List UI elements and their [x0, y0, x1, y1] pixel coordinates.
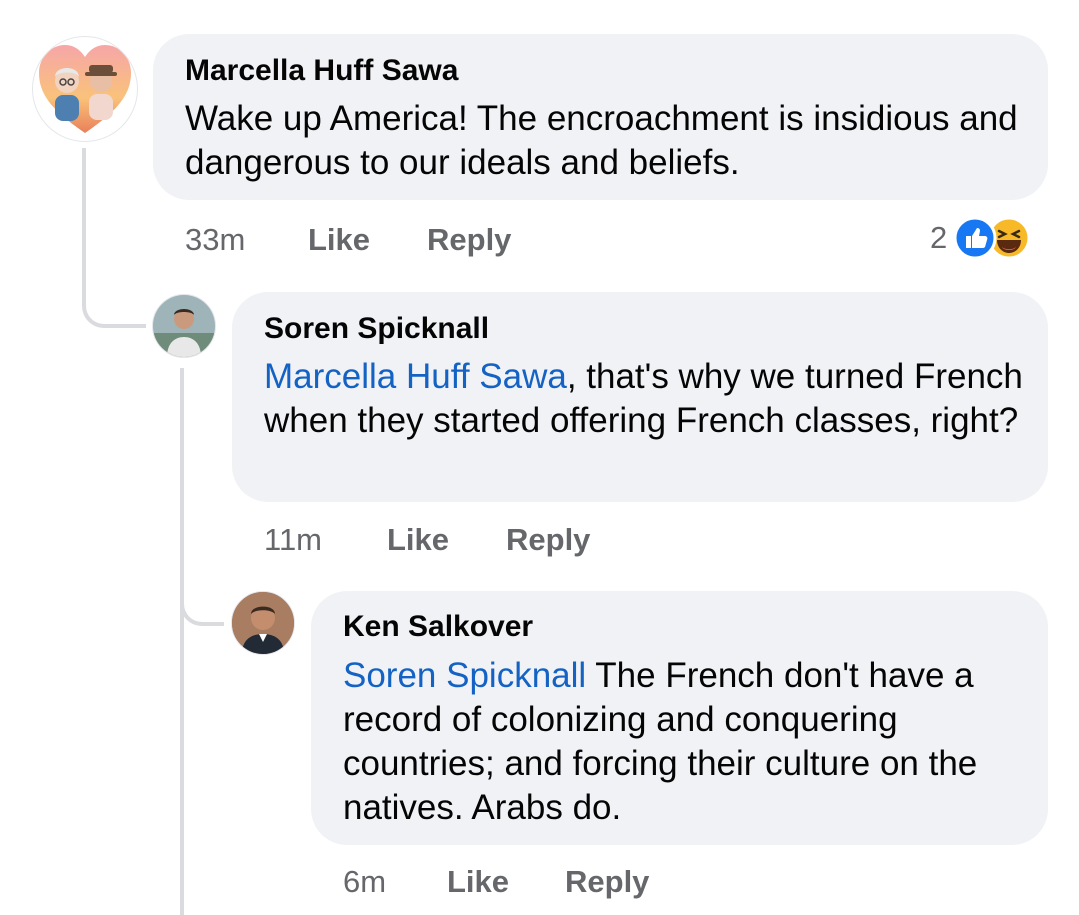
- like-button[interactable]: Like: [308, 222, 370, 258]
- avatar[interactable]: [231, 591, 295, 655]
- avatar[interactable]: [32, 36, 138, 142]
- reaction-summary[interactable]: 2: [930, 216, 1031, 260]
- avatar-image-icon: [39, 45, 131, 133]
- comment-timestamp[interactable]: 6m: [343, 864, 386, 900]
- comment-timestamp[interactable]: 33m: [185, 222, 245, 258]
- comment-text: Marcella Huff Sawa, that's why we turned…: [264, 355, 1024, 443]
- like-button[interactable]: Like: [447, 864, 509, 900]
- reply-button[interactable]: Reply: [565, 864, 649, 900]
- reaction-count: 2: [930, 220, 948, 255]
- like-button[interactable]: Like: [387, 522, 449, 558]
- thread-line: [82, 148, 86, 298]
- mention-link[interactable]: Soren Spicknall: [343, 656, 586, 695]
- comment-author[interactable]: Marcella Huff Sawa: [185, 54, 458, 88]
- comment-text: Soren Spicknall The French don't have a …: [343, 654, 1033, 830]
- avatar-image-icon: [232, 592, 294, 654]
- thread-connector: [180, 590, 224, 626]
- comment-timestamp[interactable]: 11m: [264, 522, 322, 558]
- thread-line: [180, 368, 184, 915]
- comment-author[interactable]: Ken Salkover: [343, 610, 533, 644]
- thread-connector: [82, 290, 146, 328]
- comment-text: Wake up America! The encroachment is ins…: [185, 99, 1018, 182]
- avatar[interactable]: [152, 294, 216, 358]
- reply-button[interactable]: Reply: [427, 222, 511, 258]
- reply-button[interactable]: Reply: [506, 522, 590, 558]
- mention-link[interactable]: Marcella Huff Sawa: [264, 357, 567, 396]
- comment-author[interactable]: Soren Spicknall: [264, 312, 489, 346]
- like-icon: [953, 216, 997, 260]
- avatar-image-icon: [153, 295, 215, 357]
